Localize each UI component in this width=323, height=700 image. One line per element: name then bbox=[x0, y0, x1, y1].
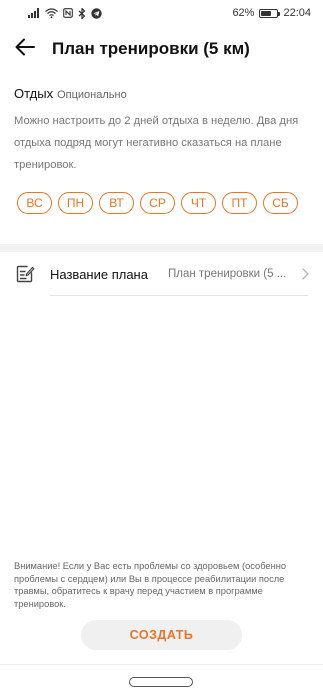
edit-document-icon bbox=[0, 252, 50, 296]
plan-name-row[interactable]: Название плана План тренировки (5 ... bbox=[0, 252, 323, 296]
create-button[interactable]: СОЗДАТЬ bbox=[81, 620, 242, 650]
bluetooth-icon bbox=[78, 7, 86, 19]
home-indicator[interactable] bbox=[129, 677, 193, 687]
day-chip-thursday[interactable]: ЧТ bbox=[181, 192, 216, 214]
rest-optional-label: Опционально bbox=[57, 89, 127, 101]
day-chip-sunday[interactable]: ВС bbox=[17, 192, 52, 214]
nfc-icon bbox=[63, 8, 73, 18]
telegram-icon bbox=[91, 7, 102, 19]
wifi-icon bbox=[45, 8, 58, 18]
day-chip-tuesday[interactable]: ВТ bbox=[99, 192, 134, 214]
plan-name-value: План тренировки (5 ... bbox=[168, 268, 287, 280]
section-divider bbox=[0, 244, 323, 252]
status-icons-left bbox=[28, 7, 102, 19]
health-warning: Внимание! Если у Вас есть проблемы со зд… bbox=[14, 561, 287, 609]
status-time: 22:04 bbox=[283, 7, 311, 19]
battery-icon bbox=[259, 8, 281, 18]
chevron-right-icon bbox=[302, 268, 309, 280]
day-chip-saturday[interactable]: СБ bbox=[263, 192, 298, 214]
page-title: План тренировки (5 км) bbox=[52, 39, 250, 58]
battery-fill bbox=[261, 10, 271, 16]
rest-description: Можно настроить до 2 дней отдыха в недел… bbox=[14, 115, 299, 171]
day-chip-friday[interactable]: ПТ bbox=[222, 192, 257, 214]
app-bar: План тренировки (5 км) bbox=[0, 26, 323, 72]
status-icons-right: 62% 22:04 bbox=[232, 7, 311, 19]
status-bar: 62% 22:04 bbox=[0, 0, 323, 26]
rest-title: Отдых bbox=[14, 86, 54, 101]
back-button[interactable] bbox=[0, 26, 50, 72]
rest-section: Отдых Опционально Можно настроить до 2 д… bbox=[14, 86, 310, 214]
plan-name-label: Название плана bbox=[50, 266, 148, 282]
day-chip-wednesday[interactable]: СР bbox=[140, 192, 175, 214]
day-chip-monday[interactable]: ПН bbox=[58, 192, 93, 214]
rest-header: Отдых Опционально bbox=[14, 86, 310, 101]
signal-icon bbox=[28, 8, 40, 18]
battery-percent: 62% bbox=[232, 7, 255, 19]
plan-row-divider bbox=[50, 295, 308, 296]
nav-bar-divider bbox=[0, 664, 323, 665]
arrow-left-icon bbox=[15, 38, 35, 61]
day-chips: ВС ПН ВТ СР ЧТ ПТ СБ bbox=[17, 192, 310, 214]
